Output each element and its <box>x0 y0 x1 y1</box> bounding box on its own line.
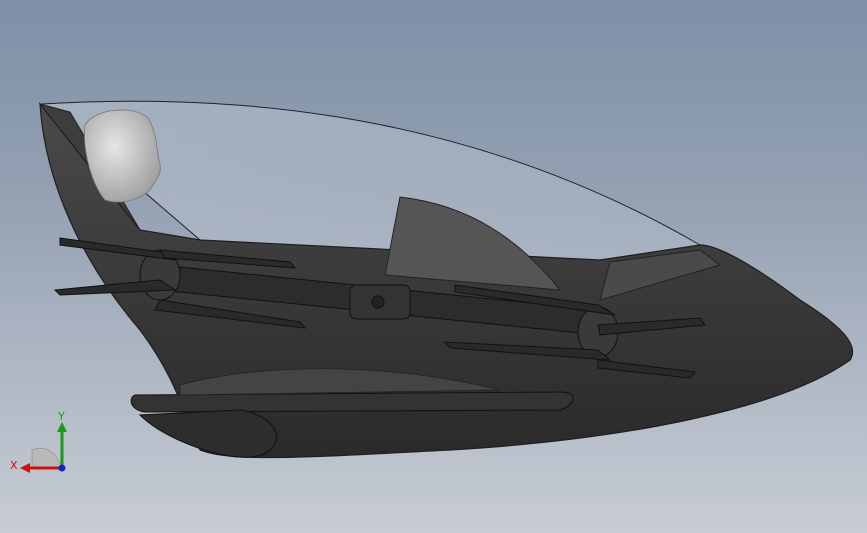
vehicle-3d-model[interactable] <box>0 0 867 533</box>
y-axis-label: Y <box>57 410 65 423</box>
axle-bolt <box>371 295 385 309</box>
x-axis-label: X <box>10 459 18 472</box>
x-axis-arrow <box>20 463 30 473</box>
triad-base <box>31 447 63 469</box>
z-axis-dot <box>58 464 66 472</box>
axis-triad: Y X <box>10 410 67 473</box>
lower-pod <box>138 409 277 458</box>
cad-viewport[interactable]: Y X <box>0 0 867 533</box>
y-axis-arrow <box>57 422 67 432</box>
